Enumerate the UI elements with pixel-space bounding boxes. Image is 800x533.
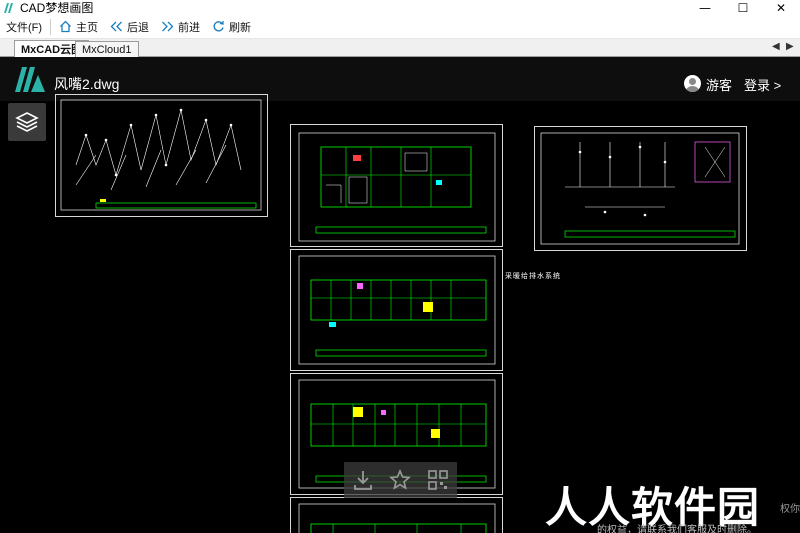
tab-next-icon[interactable]: ▶ (786, 41, 794, 52)
layers-icon (15, 112, 39, 132)
star-icon[interactable] (388, 468, 412, 492)
tab-mxcloud1[interactable]: MxCloud1 (75, 41, 139, 57)
home-button[interactable]: 主页 (53, 17, 104, 37)
floating-action-bar (344, 462, 457, 498)
app-logo-icon (4, 2, 13, 13)
forward-button[interactable]: 前进 (155, 17, 206, 37)
guest-label: 游客 (706, 78, 733, 93)
drawing-sheet-plan-2[interactable] (290, 249, 503, 371)
drawing-sheet-plan-1[interactable] (290, 124, 503, 247)
file-menu[interactable]: 文件(F) (0, 17, 48, 37)
watermark-notice: 的权益，请联系我们客服及时删除。 (597, 525, 757, 533)
tab-bar: MxCAD云图 MxCloud1 ◀ ▶ (0, 39, 800, 57)
drawing-sheet-system-2[interactable] (534, 126, 747, 251)
window-title: CAD梦想画图 (20, 1, 94, 15)
home-icon (60, 20, 72, 33)
window-controls: — ☐ ✕ (686, 0, 800, 15)
home-label: 主页 (76, 21, 99, 34)
qr-code-icon[interactable] (426, 468, 450, 492)
cad-viewer[interactable]: 风嘴2.dwg 游客 登录 > 采暖给排水系统 权你 人人软件园 的权益，请联系… (0, 57, 800, 533)
tab-label: MxCAD云图 (21, 44, 83, 56)
watermark-fragment: 权你 (780, 504, 800, 515)
refresh-button[interactable]: 刷新 (206, 17, 257, 37)
back-label: 后退 (127, 21, 150, 34)
file-menu-label: 文件(F) (6, 21, 43, 34)
forward-icon (162, 21, 174, 32)
cad-drawing (540, 132, 740, 245)
download-icon[interactable] (351, 468, 375, 492)
tab-label: MxCloud1 (82, 43, 132, 56)
minimize-button[interactable]: — (686, 0, 724, 15)
drawing-sheet-system-1[interactable] (55, 94, 268, 217)
refresh-label: 刷新 (229, 21, 252, 34)
cad-drawing (60, 99, 262, 211)
title-bar: CAD梦想画图 — ☐ ✕ (0, 0, 800, 15)
refresh-icon (213, 21, 224, 32)
close-button[interactable]: ✕ (762, 0, 800, 15)
cad-drawing (298, 132, 496, 242)
maximize-button[interactable]: ☐ (724, 0, 762, 15)
toolbar: 文件(F) 主页 后退 前进 刷新 (0, 15, 800, 39)
cad-drawing (298, 255, 496, 365)
layers-button[interactable] (8, 103, 46, 141)
drawing-file-name: 风嘴2.dwg (54, 76, 120, 92)
cad-drawing (298, 503, 496, 533)
forward-label: 前进 (178, 21, 201, 34)
drawing-sheet-plan-4[interactable] (290, 497, 503, 533)
back-button[interactable]: 后退 (104, 17, 155, 37)
back-icon (110, 21, 123, 32)
drawing-note: 采暖给排水系统 (505, 272, 561, 280)
login-link[interactable]: 登录 > (744, 75, 781, 94)
mxcad-logo-icon (15, 67, 45, 92)
toolbar-divider (50, 18, 52, 35)
avatar[interactable] (684, 75, 701, 92)
tab-prev-icon[interactable]: ◀ (772, 41, 780, 52)
